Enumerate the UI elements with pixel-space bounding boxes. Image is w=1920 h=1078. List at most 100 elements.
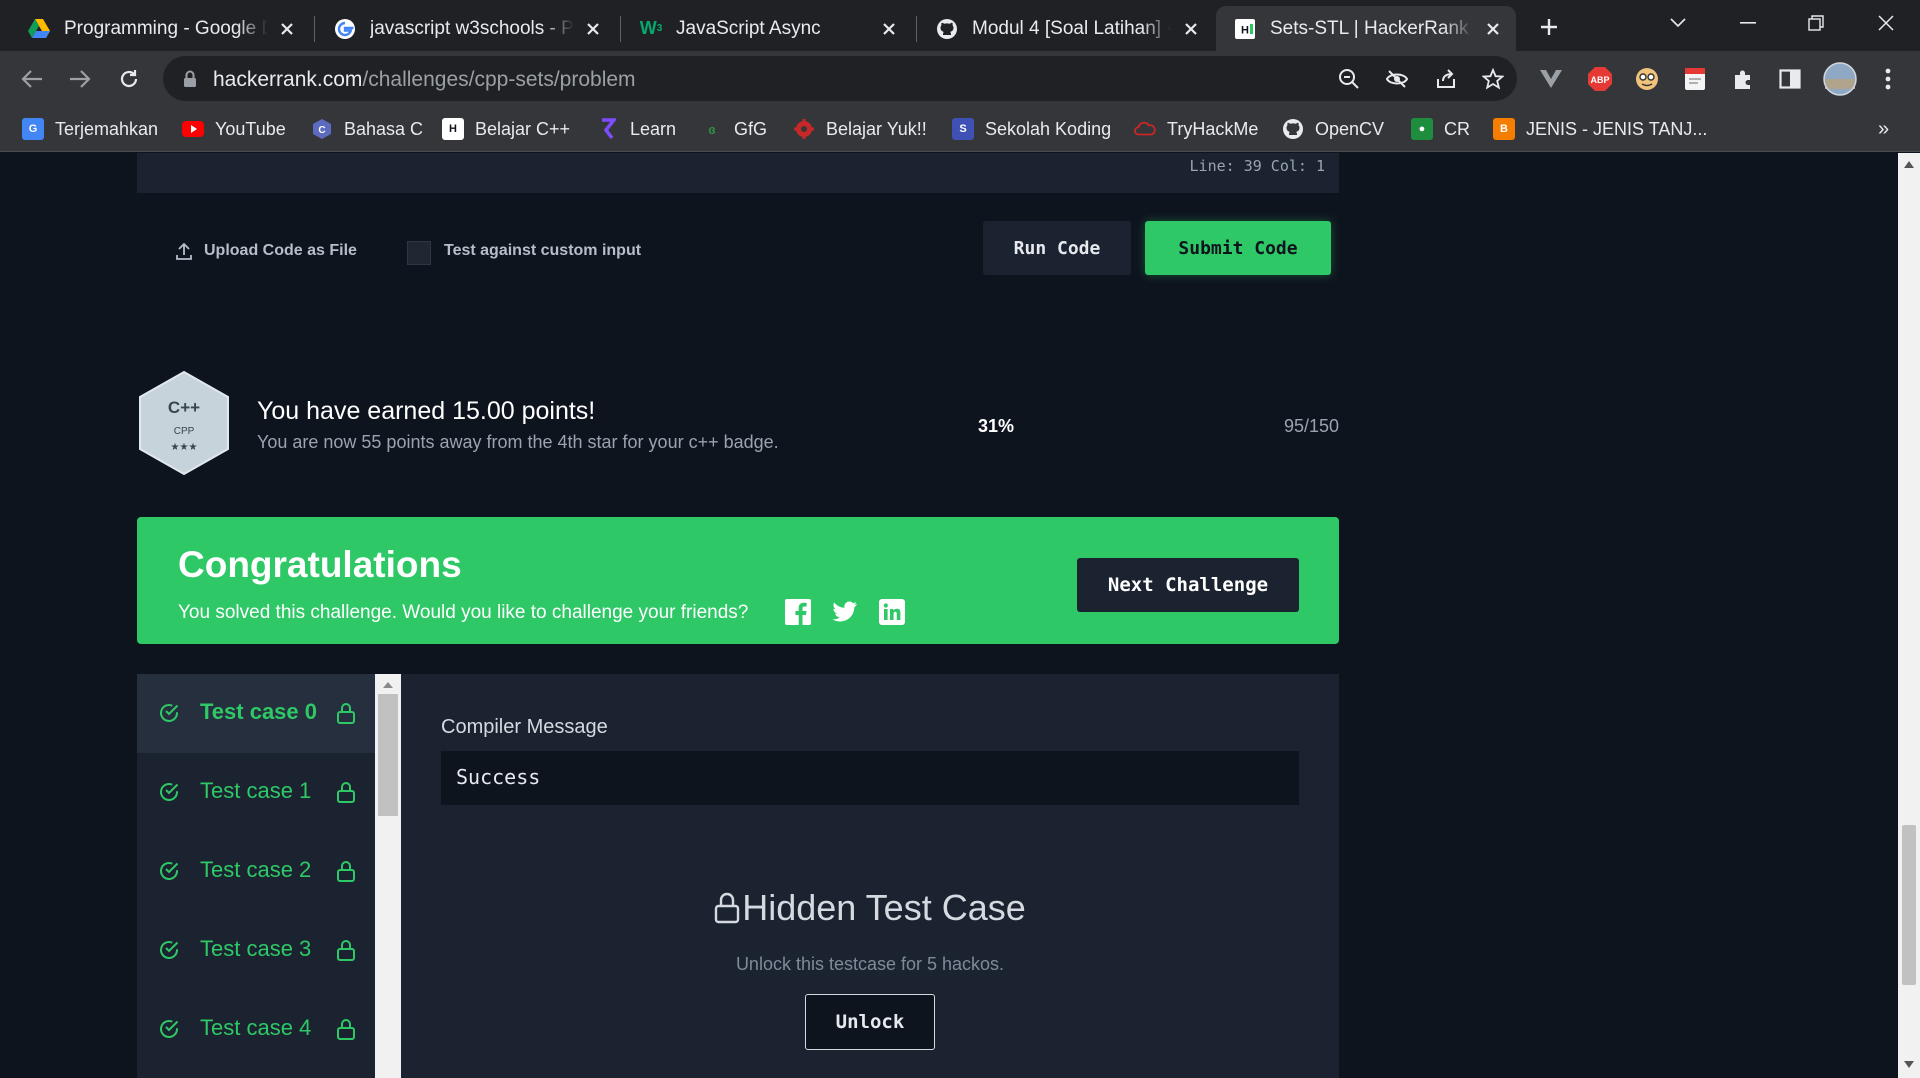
bahasa-c-icon: C [311,118,333,140]
check-circle-icon [158,781,180,803]
lock-icon[interactable] [177,66,203,92]
badge-language: C++ [168,398,200,417]
upload-code-button[interactable]: Upload Code as File [176,242,357,260]
scrollbar-thumb[interactable] [378,694,398,816]
bookmark-belajar-yuk[interactable]: Belajar Yuk!! [793,115,927,143]
browser-tab-google-search[interactable]: javascript w3schools - Penelusuran Googl… [316,6,616,51]
hackerrank-icon: H [442,118,464,140]
kebab-menu-icon[interactable] [1874,65,1902,93]
tab-search-icon[interactable] [1658,6,1698,40]
url-path: /challenges/cpp-sets/problem [362,68,636,91]
test-case-scrollbar[interactable] [375,674,401,1078]
close-icon[interactable] [1482,18,1504,40]
scroll-up-arrow-icon[interactable] [383,682,393,688]
test-case-label: Test case 0 [200,699,318,724]
close-icon[interactable] [878,18,900,40]
share-icon[interactable] [1433,66,1459,92]
page-scrollbar[interactable] [1898,153,1920,1078]
minimize-icon[interactable] [1728,6,1768,40]
linkedin-icon[interactable] [878,598,906,626]
zoom-icon[interactable] [1336,66,1362,92]
check-circle-icon [158,1018,180,1040]
browser-tab-github[interactable]: Modul 4 [Soal Latihan] · lab [918,6,1214,51]
test-case-label: Test case 1 [200,778,312,803]
browser-tab-hackerrank[interactable]: H Sets-STL | HackerRank [1216,6,1516,51]
forward-arrow-icon[interactable] [64,63,96,95]
bookmark-terjemahkan[interactable]: G Terjemahkan [22,115,158,143]
next-challenge-button[interactable]: Next Challenge [1077,558,1299,612]
browser-toolbar: hackerrank.com/challenges/cpp-sets/probl… [0,51,1920,106]
check-circle-icon [158,860,180,882]
page-content: Line: 39 Col: 1 Upload Code as File Test… [0,153,1898,1078]
scrollbar-thumb[interactable] [1902,825,1916,985]
vivaldi-extension-icon[interactable] [1537,65,1565,93]
close-icon[interactable] [1180,18,1202,40]
points-earned-subtitle: You are now 55 points away from the 4th … [257,432,779,452]
upload-icon [176,242,192,260]
test-case-item[interactable]: Test case 1 [137,753,375,832]
tab-separator [620,16,621,42]
hidden-test-case-label: Hidden Test Case [742,887,1026,928]
face-extension-icon[interactable] [1633,65,1661,93]
browser-tab-w3schools[interactable]: W3 JavaScript Async [622,6,912,51]
profile-avatar[interactable] [1823,62,1857,96]
star-icon[interactable] [1480,66,1506,92]
eye-slash-icon[interactable] [1384,66,1410,92]
notes-extension-icon[interactable] [1681,65,1709,93]
test-case-label: Test case 4 [200,1015,312,1040]
test-case-item[interactable]: Test case 3 [137,911,375,990]
lock-icon [335,938,357,962]
bookmark-gfg[interactable]: ɞ GfG [701,115,767,143]
twitter-icon[interactable] [831,598,859,626]
bookmark-cr[interactable]: ● CR [1411,115,1470,143]
w3schools-icon: W3 [639,18,663,38]
restore-icon[interactable] [1796,6,1836,40]
puzzle-icon[interactable] [1729,65,1757,93]
window-close-icon[interactable] [1866,6,1906,40]
test-case-item[interactable]: Test case 4 [137,990,375,1069]
congratulations-banner: Congratulations You solved this challeng… [137,517,1339,644]
unlock-button[interactable]: Unlock [805,994,935,1050]
bookmark-jenis-tanjung[interactable]: B JENIS - JENIS TANJ... [1493,115,1707,143]
bookmark-label: GfG [734,118,768,139]
close-icon[interactable] [582,18,604,40]
bookmark-tryhackme[interactable]: TryHackMe [1134,115,1258,143]
submit-code-button[interactable]: Submit Code [1145,221,1331,275]
bookmarks-overflow-icon[interactable]: » [1878,115,1889,143]
bookmark-opencv[interactable]: OpenCV [1282,115,1384,143]
back-arrow-icon[interactable] [16,63,48,95]
upload-label: Upload Code as File [204,242,357,259]
adblock-icon[interactable]: ABP [1586,65,1614,93]
congratulations-title: Congratulations [178,544,462,585]
new-tab-button[interactable] [1534,12,1564,42]
bookmark-belajar-cpp[interactable]: H Belajar C++ [442,115,570,143]
tab-title: Sets-STL | HackerRank [1270,17,1469,39]
hackerrank-icon: H [1234,18,1256,40]
gear-icon [793,118,815,140]
bookmark-bahasa-c[interactable]: C Bahasa C [311,115,423,143]
lock-icon [335,1017,357,1041]
bookmark-sekolah-koding[interactable]: S Sekolah Koding [952,115,1111,143]
close-icon[interactable] [276,18,298,40]
check-circle-icon [158,939,180,961]
custom-input-checkbox[interactable] [407,241,431,265]
bookmark-youtube[interactable]: YouTube [182,115,286,143]
address-bar[interactable]: hackerrank.com/challenges/cpp-sets/probl… [163,56,1517,101]
run-code-button[interactable]: Run Code [983,221,1131,275]
sekolah-koding-icon: S [952,118,974,140]
bookmark-label: Terjemahkan [55,118,159,139]
tab-title: Programming - Google Drive [64,17,268,39]
bookmark-learn[interactable]: Learn [597,115,676,143]
test-case-item[interactable]: Test case 0 [137,674,375,753]
test-case-item[interactable]: Test case 2 [137,832,375,911]
url-text: hackerrank.com/challenges/cpp-sets/probl… [213,68,636,92]
side-panel-icon[interactable] [1776,65,1804,93]
badge-stars: ★★★ [171,442,198,453]
scroll-down-arrow-icon[interactable] [1904,1061,1914,1068]
reload-icon[interactable] [113,63,145,95]
browser-tab-google-drive[interactable]: Programming - Google Drive [10,6,310,51]
compiler-message-text: Success [456,765,541,789]
scroll-up-arrow-icon[interactable] [1904,161,1914,168]
facebook-icon[interactable] [784,598,812,626]
google-drive-icon [28,18,50,40]
